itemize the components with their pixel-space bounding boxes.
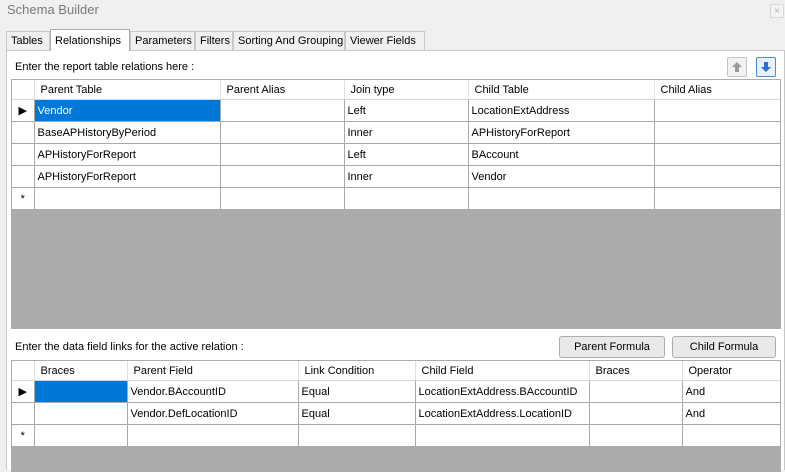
cell-join-type[interactable] (344, 187, 469, 210)
cell-join-type[interactable]: Left (344, 143, 469, 166)
row-header[interactable] (12, 143, 35, 166)
cell-join-type[interactable]: Inner (344, 165, 469, 188)
column-header-child-alias[interactable]: Child Alias (654, 80, 780, 100)
column-header-braces-open[interactable]: Braces (34, 361, 128, 381)
new-row-indicator[interactable]: * (12, 424, 35, 447)
table-row[interactable]: ▶ Vendor Left LocationExtAddress (12, 99, 780, 122)
cell-parent-alias[interactable] (220, 99, 345, 122)
cell-parent-alias[interactable] (220, 143, 345, 166)
cell-parent-table[interactable] (34, 187, 221, 210)
child-formula-button[interactable]: Child Formula (672, 336, 776, 358)
window-title: Schema Builder (7, 2, 99, 17)
cell-link-condition[interactable] (298, 424, 416, 447)
table-row[interactable]: APHistoryForReport Left BAccount (12, 143, 780, 166)
arrow-down-icon (761, 62, 771, 72)
cell-parent-table[interactable]: BaseAPHistoryByPeriod (34, 121, 221, 144)
parent-formula-button[interactable]: Parent Formula (559, 336, 665, 358)
move-up-button[interactable] (727, 57, 747, 77)
tab-parameters[interactable]: Parameters (130, 31, 195, 50)
tab-viewer-fields[interactable]: Viewer Fields (345, 31, 425, 50)
cell-child-table[interactable]: LocationExtAddress (468, 99, 655, 122)
row-header-corner (12, 361, 35, 381)
new-row[interactable]: * (12, 187, 780, 210)
cell-child-field[interactable]: LocationExtAddress.LocationID (415, 402, 590, 425)
cell-parent-field[interactable]: Vendor.DefLocationID (127, 402, 299, 425)
column-header-child-table[interactable]: Child Table (468, 80, 655, 100)
links-label: Enter the data field links for the activ… (15, 341, 244, 353)
row-header[interactable] (12, 165, 35, 188)
cell-parent-field[interactable]: Vendor.BAccountID (127, 380, 299, 403)
arrow-up-icon (732, 62, 742, 72)
cell-child-table[interactable]: BAccount (468, 143, 655, 166)
relationships-panel: Enter the report table relations here : … (6, 50, 785, 472)
cell-child-table[interactable]: Vendor (468, 165, 655, 188)
cell-child-alias[interactable] (654, 165, 780, 188)
current-row-indicator[interactable]: ▶ (12, 380, 35, 403)
column-header-child-field[interactable]: Child Field (415, 361, 590, 381)
table-row[interactable]: APHistoryForReport Inner Vendor (12, 165, 780, 188)
cell-braces-open[interactable] (34, 380, 128, 403)
cell-child-table[interactable] (468, 187, 655, 210)
close-button[interactable]: × (770, 4, 784, 18)
cell-parent-alias[interactable] (220, 165, 345, 188)
cell-child-alias[interactable] (654, 187, 780, 210)
tab-relationships[interactable]: Relationships (50, 29, 130, 51)
cell-parent-alias[interactable] (220, 187, 345, 210)
cell-braces-close[interactable] (589, 402, 683, 425)
table-row[interactable]: ▶ Vendor.BAccountID Equal LocationExtAdd… (12, 380, 780, 403)
cell-braces-close[interactable] (589, 424, 683, 447)
cell-child-alias[interactable] (654, 143, 780, 166)
relations-header-row: Parent Table Parent Alias Join type Chil… (12, 80, 780, 100)
column-header-join-type[interactable]: Join type (344, 80, 469, 100)
relations-label: Enter the report table relations here : (15, 61, 195, 73)
column-header-parent-field[interactable]: Parent Field (127, 361, 299, 381)
cell-braces-open[interactable] (34, 424, 128, 447)
cell-link-condition[interactable]: Equal (298, 402, 416, 425)
cell-braces-close[interactable] (589, 380, 683, 403)
cell-join-type[interactable]: Left (344, 99, 469, 122)
cell-braces-open[interactable] (34, 402, 128, 425)
new-row[interactable]: * (12, 424, 780, 447)
relations-grid: Parent Table Parent Alias Join type Chil… (11, 79, 781, 329)
cell-parent-table[interactable]: APHistoryForReport (34, 165, 221, 188)
tab-sorting-and-grouping[interactable]: Sorting And Grouping (233, 31, 345, 50)
current-row-indicator[interactable]: ▶ (12, 99, 35, 122)
cell-child-field[interactable]: LocationExtAddress.BAccountID (415, 380, 590, 403)
table-row[interactable]: Vendor.DefLocationID Equal LocationExtAd… (12, 402, 780, 425)
table-row[interactable]: BaseAPHistoryByPeriod Inner APHistoryFor… (12, 121, 780, 144)
cell-join-type[interactable]: Inner (344, 121, 469, 144)
tab-filters[interactable]: Filters (195, 31, 233, 50)
cell-parent-table[interactable]: APHistoryForReport (34, 143, 221, 166)
row-header-corner (12, 80, 35, 100)
row-header[interactable] (12, 121, 35, 144)
column-header-parent-table[interactable]: Parent Table (34, 80, 221, 100)
cell-child-alias[interactable] (654, 121, 780, 144)
move-down-button[interactable] (756, 57, 776, 77)
cell-child-field[interactable] (415, 424, 590, 447)
row-header[interactable] (12, 402, 35, 425)
cell-child-alias[interactable] (654, 99, 780, 122)
cell-operator[interactable]: And (682, 402, 780, 425)
links-header-row: Braces Parent Field Link Condition Child… (12, 361, 780, 381)
cell-operator[interactable]: And (682, 380, 780, 403)
column-header-link-condition[interactable]: Link Condition (298, 361, 416, 381)
column-header-operator[interactable]: Operator (682, 361, 780, 381)
links-grid: Braces Parent Field Link Condition Child… (11, 360, 781, 472)
cell-parent-table[interactable]: Vendor (34, 99, 221, 122)
cell-child-table[interactable]: APHistoryForReport (468, 121, 655, 144)
column-header-braces-close[interactable]: Braces (589, 361, 683, 381)
cell-parent-alias[interactable] (220, 121, 345, 144)
cell-link-condition[interactable]: Equal (298, 380, 416, 403)
new-row-indicator[interactable]: * (12, 187, 35, 210)
cell-operator[interactable] (682, 424, 780, 447)
column-header-parent-alias[interactable]: Parent Alias (220, 80, 345, 100)
tab-tables[interactable]: Tables (6, 31, 50, 50)
cell-parent-field[interactable] (127, 424, 299, 447)
title-bar: Schema Builder × (0, 0, 785, 22)
